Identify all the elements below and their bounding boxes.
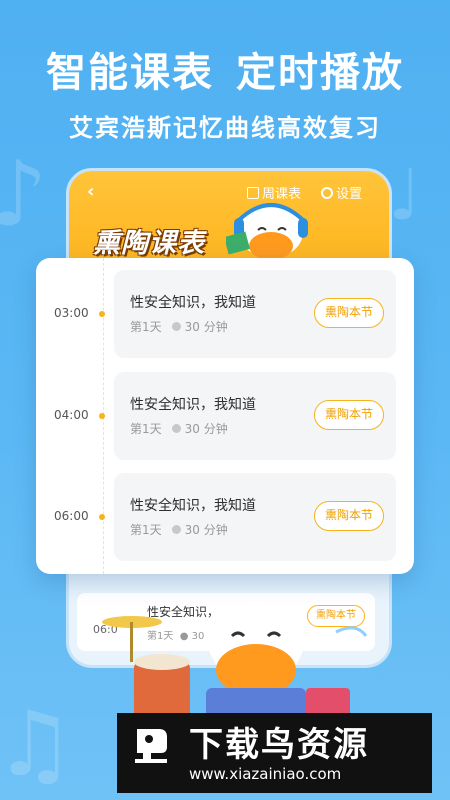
schedule-card: 03:00 性安全知识，我知道 第1天 30 分钟 熏陶本节 04:00 性安全知… — [36, 258, 414, 574]
promo-subline: 艾宾浩斯记忆曲线高效复习 — [69, 114, 381, 142]
watermark-banner: 下载鸟资源 www.xiazainiao.com — [117, 713, 432, 793]
headline-right: 定时播放 — [236, 50, 404, 96]
promo-headline: 智能课表 定时播放 — [0, 40, 450, 98]
watermark-site-name: 下载鸟资源 — [189, 725, 369, 765]
lesson-day: 第1天 — [130, 422, 162, 436]
timeline-dot — [99, 514, 105, 520]
lesson-duration: 30 分钟 — [184, 523, 228, 537]
play-lesson-button[interactable]: 熏陶本节 — [314, 400, 384, 430]
lesson-item[interactable]: 性安全知识，我知道 第1天 30 分钟 熏陶本节 — [114, 270, 396, 358]
lesson-meta: 第1天 30 分钟 — [130, 420, 228, 437]
clock-icon — [171, 322, 181, 331]
headline-left: 智能课表 — [46, 50, 214, 96]
mascot-musician-illustration-icon — [102, 602, 368, 720]
clock-icon — [171, 424, 181, 433]
schedule-time: 03:00 — [54, 306, 89, 320]
schedule-row: 06:00 性安全知识，我知道 第1天 30 分钟 熏陶本节 — [36, 473, 414, 563]
lesson-title: 性安全知识，我知道 — [130, 498, 256, 514]
lesson-meta: 第1天 30 分钟 — [130, 521, 228, 538]
lesson-title: 性安全知识，我知道 — [130, 295, 256, 311]
schedule-time: 04:00 — [54, 408, 89, 422]
lesson-day: 第1天 — [130, 523, 162, 537]
lesson-meta: 第1天 30 分钟 — [130, 318, 228, 335]
lesson-duration: 30 分钟 — [184, 422, 228, 436]
timeline-dot — [99, 413, 105, 419]
clock-icon — [171, 525, 181, 534]
music-note-decoration-icon: ♫ — [0, 692, 75, 797]
back-chevron-icon[interactable]: ‹ — [87, 181, 94, 202]
lesson-day: 第1天 — [130, 320, 162, 334]
gear-icon — [321, 187, 333, 199]
play-lesson-button[interactable]: 熏陶本节 — [314, 501, 384, 531]
schedule-time: 06:00 — [54, 509, 89, 523]
lesson-duration: 30 分钟 — [184, 320, 228, 334]
timeline-dot — [99, 311, 105, 317]
schedule-header-title: 熏陶课表 — [93, 228, 205, 259]
settings-label: 设置 — [336, 187, 363, 202]
bird-logo-icon — [135, 729, 167, 763]
music-note-decoration-icon: ♩ — [388, 154, 422, 236]
music-note-decoration-icon: ♪ — [0, 142, 48, 247]
play-lesson-button[interactable]: 熏陶本节 — [314, 298, 384, 328]
settings-link[interactable]: 设置 — [321, 183, 362, 202]
lesson-item[interactable]: 性安全知识，我知道 第1天 30 分钟 熏陶本节 — [114, 473, 396, 561]
lesson-title: 性安全知识，我知道 — [130, 397, 256, 413]
watermark-url: www.xiazainiao.com — [189, 765, 342, 783]
lesson-item[interactable]: 性安全知识，我知道 第1天 30 分钟 熏陶本节 — [114, 372, 396, 460]
schedule-row: 03:00 性安全知识，我知道 第1天 30 分钟 熏陶本节 — [36, 270, 414, 360]
schedule-row: 04:00 性安全知识，我知道 第1天 30 分钟 熏陶本节 — [36, 372, 414, 462]
